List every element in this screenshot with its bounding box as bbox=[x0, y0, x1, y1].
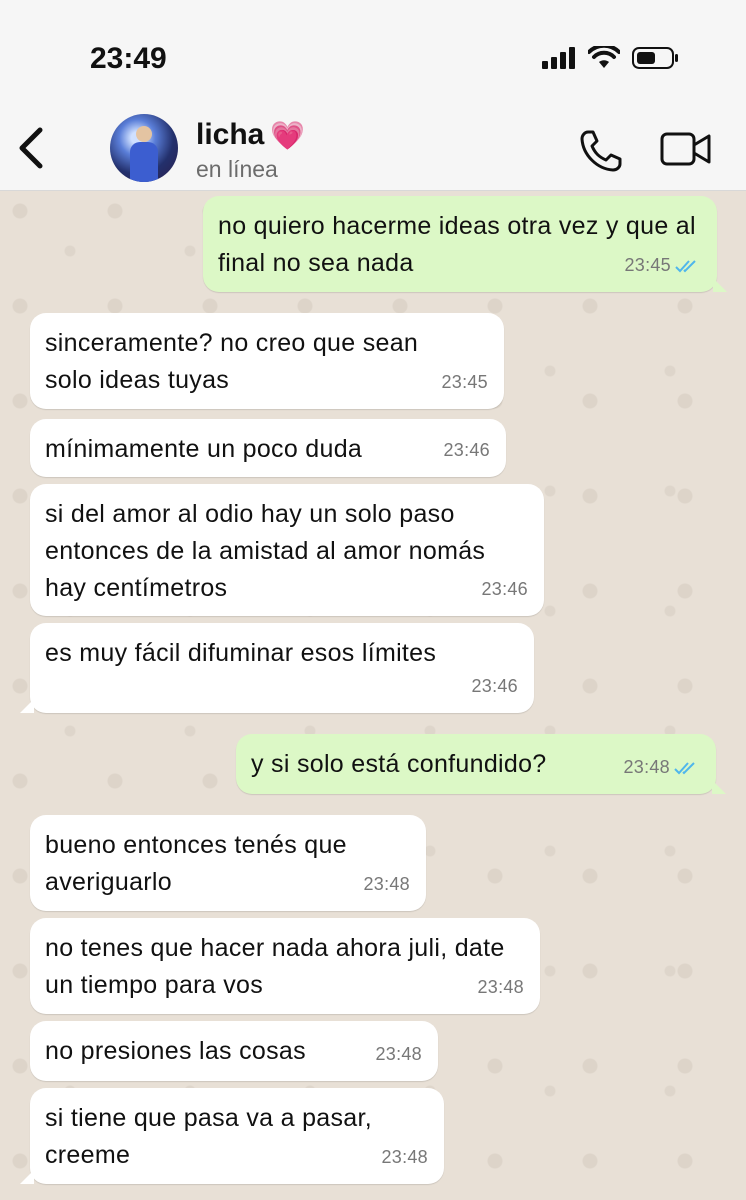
message-time: 23:45 bbox=[624, 255, 671, 275]
phone-icon[interactable] bbox=[578, 128, 624, 174]
message-text: mínimamente un poco duda bbox=[45, 435, 363, 463]
message-bubble-incoming[interactable]: sinceramente? no creo que sean solo idea… bbox=[30, 313, 504, 409]
message-bubble-outgoing[interactable]: y si solo está confundido? 23:48 bbox=[236, 734, 726, 794]
message-meta: 23:48 bbox=[363, 866, 410, 903]
message-bubble-incoming[interactable]: si del amor al odio hay un solo paso ent… bbox=[30, 484, 544, 616]
message-bubble-outgoing[interactable]: no quiero hacerme ideas otra vez y que a… bbox=[203, 196, 727, 292]
message-text: si del amor al odio hay un solo paso ent… bbox=[45, 500, 486, 602]
message-text: bueno entonces tenés que averiguarlo bbox=[45, 831, 347, 896]
message-bubble-incoming[interactable]: mínimamente un poco duda 23:46 bbox=[30, 419, 506, 477]
wifi-icon bbox=[588, 46, 620, 68]
status-time: 23:49 bbox=[90, 42, 167, 75]
message-text: sinceramente? no creo que sean solo idea… bbox=[45, 329, 419, 394]
message-time: 23:46 bbox=[471, 676, 518, 696]
heart-emoji: 💗 bbox=[270, 118, 306, 152]
message-meta: 23:46 bbox=[481, 571, 528, 608]
message-bubble-incoming[interactable]: no presiones las cosas 23:48 bbox=[30, 1021, 438, 1081]
message-text: si tiene que pasa va a pasar, creeme bbox=[45, 1104, 372, 1169]
message-time: 23:48 bbox=[363, 874, 410, 894]
message-meta: 23:46 bbox=[471, 668, 518, 705]
message-text: no presiones las cosas bbox=[45, 1037, 306, 1065]
message-time: 23:46 bbox=[481, 579, 528, 599]
presence-status: en línea bbox=[196, 156, 278, 182]
message-time: 23:48 bbox=[375, 1044, 422, 1064]
message-time: 23:48 bbox=[477, 977, 524, 997]
double-check-icon bbox=[674, 761, 695, 774]
message-bubble-incoming[interactable]: es muy fácil difuminar esos límites 23:4… bbox=[20, 623, 534, 713]
message-meta: 23:45 bbox=[624, 247, 701, 284]
message-text: y si solo está confundido? bbox=[251, 750, 547, 778]
message-bubble-incoming[interactable]: bueno entonces tenés que averiguarlo 23:… bbox=[30, 815, 426, 911]
double-check-icon bbox=[675, 259, 696, 272]
contact-name-label: licha bbox=[196, 118, 265, 151]
contact-name[interactable]: licha 💗 bbox=[196, 118, 305, 152]
message-time: 23:46 bbox=[443, 440, 490, 460]
status-icons bbox=[542, 46, 680, 70]
message-meta: 23:45 bbox=[441, 364, 488, 401]
message-meta: 23:48 bbox=[381, 1139, 428, 1176]
message-meta: 23:48 bbox=[375, 1036, 422, 1073]
back-chevron-icon[interactable] bbox=[14, 124, 50, 172]
chat-header: 23:49 licha 💗 en línea bbox=[0, 0, 746, 191]
message-text: no tenes que hacer nada ahora juli, date… bbox=[45, 934, 505, 999]
chat-area[interactable]: no quiero hacerme ideas otra vez y que a… bbox=[0, 191, 746, 1200]
message-time: 23:48 bbox=[381, 1147, 428, 1167]
message-bubble-incoming[interactable]: si tiene que pasa va a pasar, creeme 23:… bbox=[20, 1088, 444, 1184]
message-meta: 23:46 bbox=[443, 432, 490, 469]
video-camera-icon[interactable] bbox=[660, 130, 712, 168]
message-bubble-incoming[interactable]: no tenes que hacer nada ahora juli, date… bbox=[30, 918, 540, 1014]
message-text: es muy fácil difuminar esos límites bbox=[45, 639, 437, 667]
contact-avatar[interactable] bbox=[110, 114, 178, 182]
message-meta: 23:48 bbox=[623, 749, 700, 786]
message-meta: 23:48 bbox=[477, 969, 524, 1006]
battery-icon bbox=[632, 47, 678, 69]
message-time: 23:45 bbox=[441, 372, 488, 392]
signal-icon bbox=[542, 47, 575, 69]
message-time: 23:48 bbox=[623, 757, 670, 777]
